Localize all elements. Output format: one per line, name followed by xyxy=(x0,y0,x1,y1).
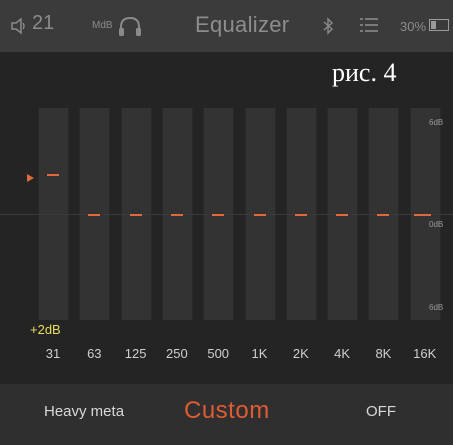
bottom-bar: Heavy meta Custom OFF xyxy=(0,384,453,445)
figure-caption: рис. 4 xyxy=(332,58,397,87)
speaker-icon xyxy=(11,17,25,35)
slider-handle-2K[interactable] xyxy=(294,214,307,216)
slider-handle-125[interactable] xyxy=(129,214,142,216)
headphones-icon xyxy=(119,16,141,36)
frequency-label-125: 125 xyxy=(124,346,147,361)
frequency-label-1K: 1K xyxy=(251,346,268,361)
frequency-label-8K: 8K xyxy=(375,346,392,361)
frequency-label-4K: 4K xyxy=(334,346,351,361)
frequency-label-250: 250 xyxy=(166,346,188,361)
slider-handle-1K[interactable] xyxy=(253,214,266,216)
status-bar: 21 MdB Equalizer 30% xyxy=(0,0,453,52)
screen-title: Equalizer xyxy=(195,12,290,37)
slider-handle-250[interactable] xyxy=(170,214,183,216)
custom-mode-button[interactable]: Custom xyxy=(184,397,270,425)
frequency-label-16K: 16K xyxy=(413,346,437,361)
list-icon xyxy=(360,18,378,32)
scale-mid-label: 0dB xyxy=(429,220,444,229)
slider-handle-31[interactable] xyxy=(47,174,59,176)
battery-icon xyxy=(429,19,449,31)
slider-handle-63[interactable] xyxy=(88,214,101,216)
scale-top-label: 6dB xyxy=(429,118,444,127)
bluetooth-icon xyxy=(323,17,334,35)
zero-marker xyxy=(414,214,424,216)
selected-gain-label: +2dB xyxy=(30,322,61,337)
frequency-label-500: 500 xyxy=(207,346,230,361)
preset-button[interactable]: Heavy meta xyxy=(44,403,124,420)
slider-handle-4K[interactable] xyxy=(336,214,349,216)
frequency-label-31: 31 xyxy=(45,346,61,361)
eq-power-toggle[interactable]: OFF xyxy=(366,403,396,420)
scale-bottom-label: 6dB xyxy=(429,303,444,312)
frequency-label-63: 63 xyxy=(87,346,102,361)
slider-handle-8K[interactable] xyxy=(377,214,390,216)
slider-handle-500[interactable] xyxy=(212,214,225,216)
volume-value: 21 xyxy=(32,12,55,34)
equalizer-screen: 21 MdB Equalizer 30% рис. 4 6dB 0dB 6dB … xyxy=(0,0,453,445)
frequency-label-2K: 2K xyxy=(292,346,309,361)
battery-percent: 30% xyxy=(400,19,427,34)
pointer-icon xyxy=(27,174,34,182)
mdb-label: MdB xyxy=(92,20,113,31)
equalizer-sliders[interactable]: 6dB 0dB 6dB xyxy=(0,108,453,320)
